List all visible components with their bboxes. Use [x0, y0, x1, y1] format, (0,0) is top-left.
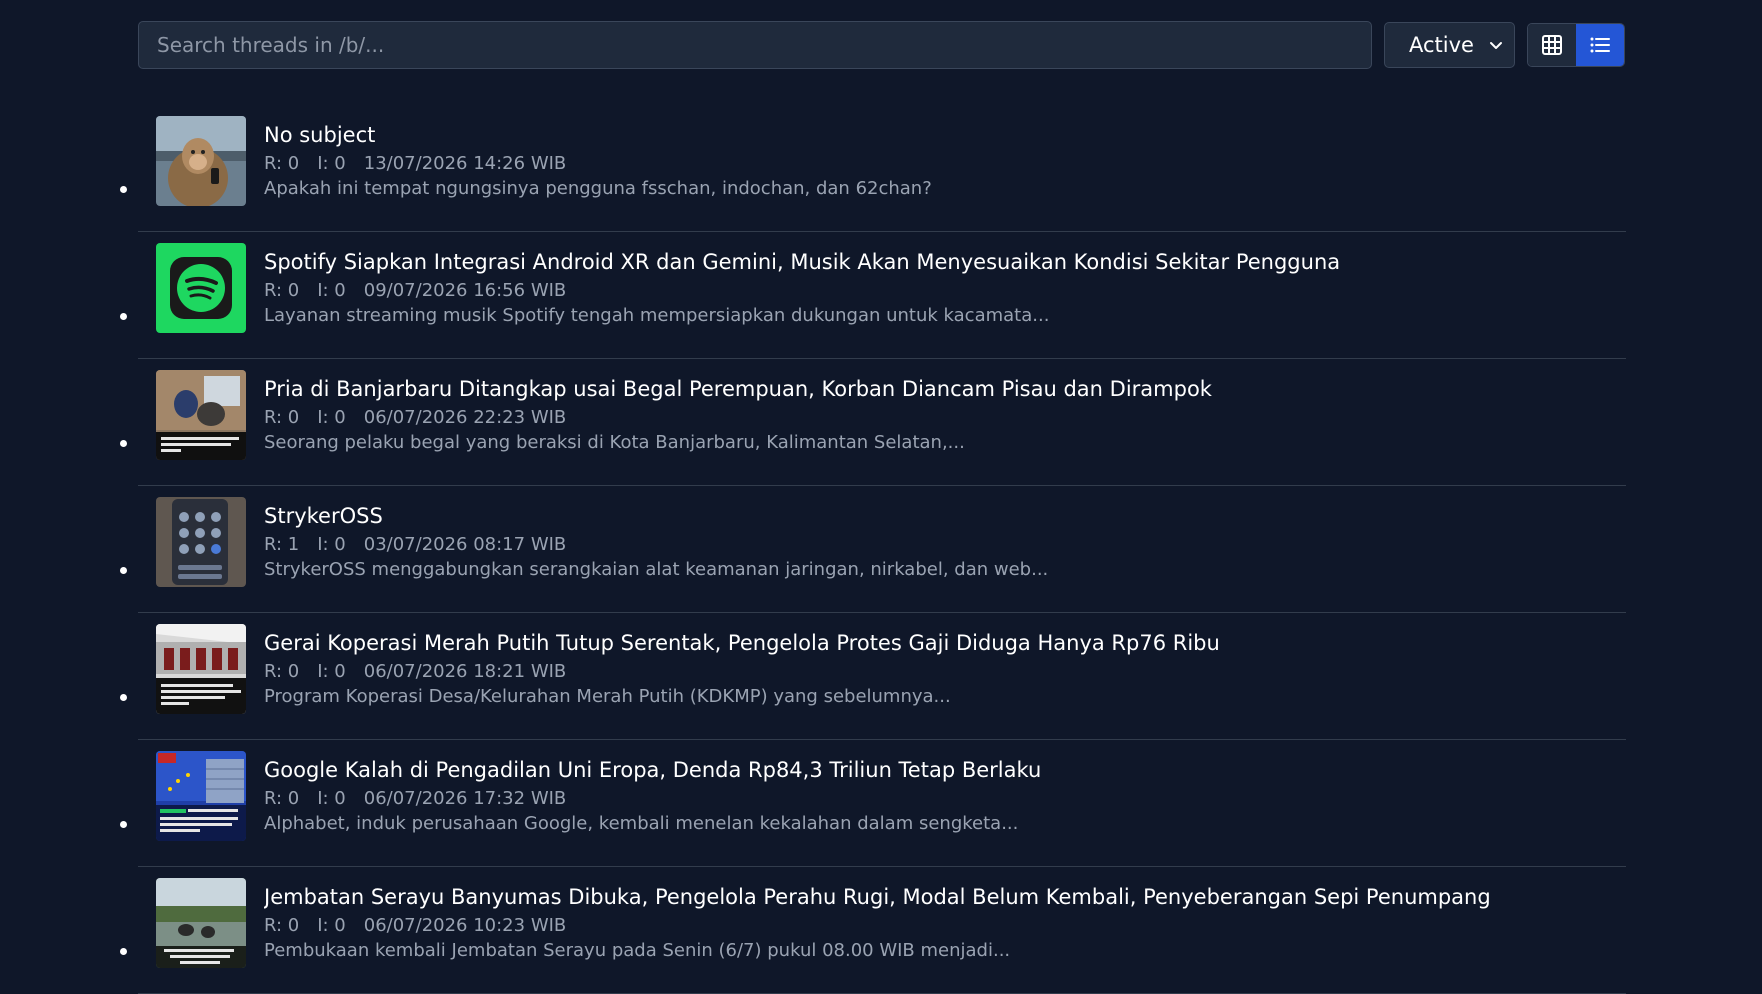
thread-meta: R: 0 I: 0 06/07/2026 10:23 WIB: [264, 913, 1606, 939]
reply-count: R: 0: [264, 915, 300, 936]
thread-date: 13/07/2026 14:26 WIB: [363, 153, 567, 174]
storefront-thumbnail-icon: [156, 624, 246, 714]
river-thumbnail-icon: [156, 878, 246, 968]
thread-title[interactable]: Spotify Siapkan Integrasi Android XR dan…: [264, 248, 1606, 276]
thread-title[interactable]: Google Kalah di Pengadilan Uni Eropa, De…: [264, 756, 1606, 784]
list-view-button[interactable]: [1576, 24, 1624, 66]
image-count: I: 0: [317, 915, 346, 936]
reply-count: R: 0: [264, 788, 300, 809]
thread-excerpt: Seorang pelaku begal yang beraksi di Kot…: [264, 432, 965, 453]
eu-building-thumbnail-icon: [156, 751, 246, 841]
thread-excerpt: Program Koperasi Desa/Kelurahan Merah Pu…: [264, 686, 951, 707]
thread-date: 06/07/2026 17:32 WIB: [363, 788, 567, 809]
list-bullet: [120, 567, 127, 574]
thread-thumbnail[interactable]: [156, 624, 246, 714]
thread-thumbnail[interactable]: [156, 497, 246, 587]
thread-meta: R: 0 I: 0 06/07/2026 22:23 WIB: [264, 405, 1606, 431]
thread-date: 06/07/2026 10:23 WIB: [363, 915, 567, 936]
list-bullet: [120, 948, 127, 955]
image-count: I: 0: [317, 280, 346, 301]
news-photo-thumbnail-icon: [156, 370, 246, 460]
thread-excerpt: Alphabet, induk perusahaan Google, kemba…: [264, 813, 1019, 834]
thread-meta: R: 0 I: 0 06/07/2026 17:32 WIB: [264, 786, 1606, 812]
thread-content: No subject R: 0 I: 0 13/07/2026 14:26 WIB …: [264, 121, 1606, 201]
sort-select[interactable]: Active: [1384, 22, 1515, 68]
phone-screenshot-thumbnail-icon: [156, 497, 246, 587]
list-bullet: [120, 440, 127, 447]
thread-content: Gerai Koperasi Merah Putih Tutup Serenta…: [264, 629, 1606, 709]
thread-title[interactable]: No subject: [264, 121, 1606, 149]
grid-view-button[interactable]: [1528, 24, 1576, 66]
reply-count: R: 0: [264, 153, 300, 174]
reply-count: R: 0: [264, 280, 300, 301]
reply-count: R: 0: [264, 407, 300, 428]
thread-excerpt: Layanan streaming musik Spotify tengah m…: [264, 305, 1050, 326]
thread-thumbnail[interactable]: [156, 116, 246, 206]
image-count: I: 0: [317, 407, 346, 428]
thread-thumbnail[interactable]: [156, 243, 246, 333]
list-bullet: [120, 313, 127, 320]
monkey-thumbnail-icon: [156, 116, 246, 206]
list-bullet: [120, 186, 127, 193]
thread-item[interactable]: No subject R: 0 I: 0 13/07/2026 14:26 WIB …: [120, 106, 1626, 232]
thread-content: Spotify Siapkan Integrasi Android XR dan…: [264, 248, 1606, 328]
thread-thumbnail[interactable]: [156, 370, 246, 460]
thread-content: Jembatan Serayu Banyumas Dibuka, Pengelo…: [264, 883, 1606, 963]
list-icon: [1590, 37, 1610, 53]
thread-meta: R: 0 I: 0 09/07/2026 16:56 WIB: [264, 278, 1606, 304]
thread-title[interactable]: StrykerOSS: [264, 502, 1606, 530]
list-bullet: [120, 694, 127, 701]
thread-meta: R: 1 I: 0 03/07/2026 08:17 WIB: [264, 532, 1606, 558]
list-bullet: [120, 821, 127, 828]
thread-content: Google Kalah di Pengadilan Uni Eropa, De…: [264, 756, 1606, 836]
image-count: I: 0: [317, 153, 346, 174]
toolbar: Active: [138, 20, 1626, 70]
thread-thumbnail[interactable]: [156, 751, 246, 841]
catalog-page: Active: [120, 20, 1626, 994]
reply-count: R: 0: [264, 661, 300, 682]
thread-content: StrykerOSS R: 1 I: 0 03/07/2026 08:17 WIB …: [264, 502, 1606, 582]
thread-date: 06/07/2026 18:21 WIB: [363, 661, 567, 682]
image-count: I: 0: [317, 661, 346, 682]
thread-date: 06/07/2026 22:23 WIB: [363, 407, 567, 428]
thread-item[interactable]: Google Kalah di Pengadilan Uni Eropa, De…: [120, 741, 1626, 867]
reply-count: R: 1: [264, 534, 300, 555]
search-input[interactable]: [138, 21, 1372, 69]
spotify-thumbnail-icon: [156, 243, 246, 333]
thread-meta: R: 0 I: 0 13/07/2026 14:26 WIB: [264, 151, 1606, 177]
thread-title[interactable]: Jembatan Serayu Banyumas Dibuka, Pengelo…: [264, 883, 1606, 911]
sort-select-value: Active: [1409, 33, 1474, 57]
thread-item[interactable]: Jembatan Serayu Banyumas Dibuka, Pengelo…: [120, 868, 1626, 994]
image-count: I: 0: [317, 788, 346, 809]
thread-excerpt: Apakah ini tempat ngungsinya pengguna fs…: [264, 178, 932, 199]
chevron-down-icon: [1490, 42, 1502, 49]
thread-date: 09/07/2026 16:56 WIB: [363, 280, 567, 301]
thread-excerpt: Pembukaan kembali Jembatan Serayu pada S…: [264, 940, 1011, 961]
thread-thumbnail[interactable]: [156, 878, 246, 968]
thread-title[interactable]: Gerai Koperasi Merah Putih Tutup Serenta…: [264, 629, 1606, 657]
thread-title[interactable]: Pria di Banjarbaru Ditangkap usai Begal …: [264, 375, 1606, 403]
grid-icon: [1542, 35, 1562, 55]
thread-list: No subject R: 0 I: 0 13/07/2026 14:26 WIB …: [120, 106, 1626, 994]
thread-item[interactable]: StrykerOSS R: 1 I: 0 03/07/2026 08:17 WIB …: [120, 487, 1626, 613]
thread-date: 03/07/2026 08:17 WIB: [363, 534, 567, 555]
thread-item[interactable]: Pria di Banjarbaru Ditangkap usai Begal …: [120, 360, 1626, 486]
image-count: I: 0: [317, 534, 346, 555]
thread-item[interactable]: Spotify Siapkan Integrasi Android XR dan…: [120, 233, 1626, 359]
thread-excerpt: StrykerOSS menggabungkan serangkaian ala…: [264, 559, 1049, 580]
thread-content: Pria di Banjarbaru Ditangkap usai Begal …: [264, 375, 1606, 455]
thread-item[interactable]: Gerai Koperasi Merah Putih Tutup Serenta…: [120, 614, 1626, 740]
view-toggle: [1527, 23, 1625, 67]
thread-meta: R: 0 I: 0 06/07/2026 18:21 WIB: [264, 659, 1606, 685]
